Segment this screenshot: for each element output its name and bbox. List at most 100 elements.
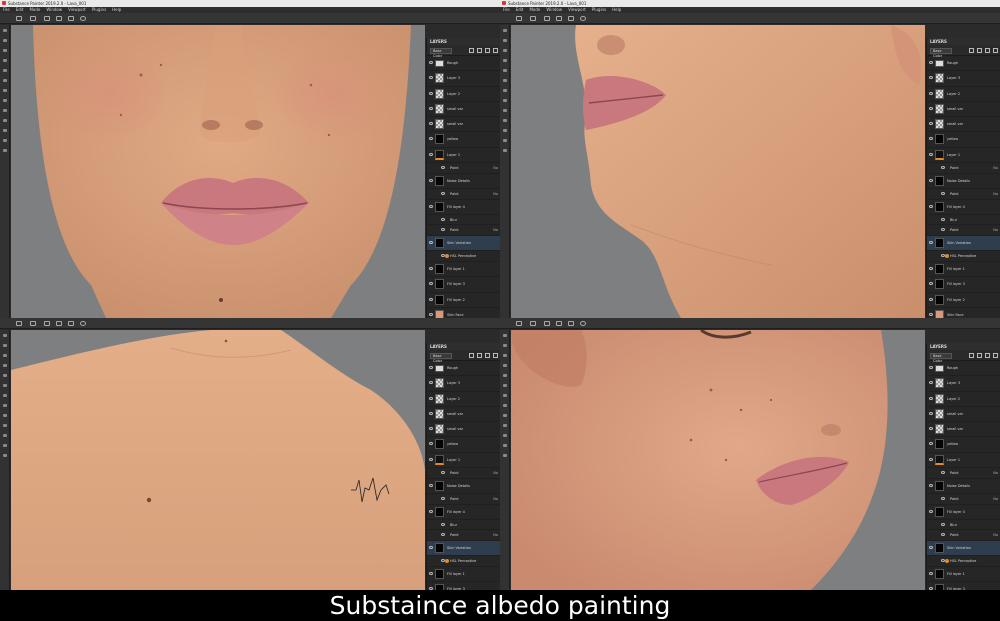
visibility-eye-icon[interactable]	[929, 106, 933, 110]
display-icon[interactable]	[503, 434, 507, 437]
channel-select[interactable]: Base Color	[930, 48, 952, 58]
settings-icon[interactable]	[580, 16, 586, 21]
visibility-eye-icon[interactable]	[429, 571, 433, 575]
layer-row[interactable]: yellow	[427, 132, 500, 148]
layer-effect-row[interactable]: HSL Perceptive	[927, 556, 1000, 567]
bake-icon[interactable]	[503, 89, 507, 92]
visibility-eye-icon[interactable]	[941, 166, 945, 170]
menu-mode[interactable]: Mode	[29, 7, 40, 12]
clone-icon[interactable]	[503, 69, 507, 72]
visibility-eye-icon[interactable]	[429, 509, 433, 513]
visibility-eye-icon[interactable]	[429, 546, 433, 550]
menu-plugins[interactable]: Plugins	[92, 7, 106, 12]
layer-row[interactable]: Layer 2	[927, 87, 1000, 102]
layer-row[interactable]: Skin Variation	[927, 236, 1000, 252]
3d-viewport[interactable]	[11, 330, 425, 590]
visibility-eye-icon[interactable]	[429, 152, 433, 156]
settings-icon[interactable]	[3, 454, 7, 457]
shelf-icon[interactable]	[3, 424, 7, 427]
visibility-eye-icon[interactable]	[441, 191, 445, 195]
menu-window[interactable]: Window	[46, 7, 62, 12]
layer-row[interactable]: small var	[427, 102, 500, 118]
grid-icon[interactable]	[16, 321, 22, 326]
polyfill-icon[interactable]	[503, 404, 507, 407]
brush-icon[interactable]	[3, 334, 7, 337]
layer-effect-row[interactable]: Paint No	[927, 163, 1000, 174]
settings-icon[interactable]	[503, 149, 507, 152]
layer-row[interactable]: small var	[427, 117, 500, 133]
visibility-eye-icon[interactable]	[429, 457, 433, 461]
visibility-eye-icon[interactable]	[929, 483, 933, 487]
visibility-eye-icon[interactable]	[429, 297, 433, 301]
display-icon[interactable]	[3, 129, 7, 132]
layer-row[interactable]: Layer 3	[427, 71, 500, 87]
visibility-eye-icon[interactable]	[929, 312, 933, 316]
export-icon[interactable]	[3, 444, 7, 447]
visibility-eye-icon[interactable]	[929, 457, 933, 461]
shelf-icon[interactable]	[503, 424, 507, 427]
visibility-eye-icon[interactable]	[929, 137, 933, 141]
layer-effect-row[interactable]: HSL Perceptive	[427, 251, 500, 262]
layer-row[interactable]: Fill layer 4	[927, 200, 1000, 215]
visibility-eye-icon[interactable]	[929, 411, 933, 415]
visibility-eye-icon[interactable]	[441, 217, 445, 221]
visibility-eye-icon[interactable]	[929, 546, 933, 550]
polyfill-icon[interactable]	[3, 404, 7, 407]
visibility-eye-icon[interactable]	[941, 471, 945, 475]
menu-edit[interactable]: Edit	[516, 7, 524, 12]
delete-icon[interactable]	[993, 48, 998, 53]
visibility-eye-icon[interactable]	[429, 366, 433, 369]
picker-icon[interactable]	[3, 384, 7, 387]
layer-row[interactable]: Fill layer 2	[427, 293, 500, 308]
export-icon[interactable]	[503, 139, 507, 142]
layer-effect-row[interactable]: Paint No	[427, 530, 500, 542]
layer-row[interactable]: Layer 1	[927, 148, 1000, 164]
layer-row[interactable]: Fill layer 3	[427, 277, 500, 293]
camera-icon[interactable]	[56, 16, 62, 21]
layer-row[interactable]: Rough	[427, 56, 500, 72]
clone-icon[interactable]	[3, 374, 7, 377]
layer-effect-row[interactable]: Blur	[927, 520, 1000, 531]
export-icon[interactable]	[503, 444, 507, 447]
visibility-eye-icon[interactable]	[929, 178, 933, 182]
brush-icon[interactable]	[3, 29, 7, 32]
brush-icon[interactable]	[503, 29, 507, 32]
visibility-eye-icon[interactable]	[929, 442, 933, 446]
visibility-eye-icon[interactable]	[941, 522, 945, 526]
bake-icon[interactable]	[3, 89, 7, 92]
layer-row[interactable]: Fill layer 1	[427, 567, 500, 583]
visibility-eye-icon[interactable]	[429, 427, 433, 431]
layer-row[interactable]: Layer 1	[427, 453, 500, 469]
layer-row[interactable]: Fill layer 2	[927, 293, 1000, 308]
camera-icon[interactable]	[56, 321, 62, 326]
polyfill-icon[interactable]	[503, 99, 507, 102]
settings-icon[interactable]	[580, 321, 586, 326]
layer-row[interactable]: Rough	[427, 361, 500, 377]
symmetry-icon[interactable]	[44, 16, 50, 21]
projection-icon[interactable]	[503, 49, 507, 52]
layer-row[interactable]: Skin Variation	[427, 541, 500, 557]
clone-icon[interactable]	[3, 69, 7, 72]
layer-effect-row[interactable]: Blur	[927, 215, 1000, 226]
list-icon[interactable]	[530, 16, 536, 21]
add-fill-icon[interactable]	[485, 353, 490, 358]
layer-row[interactable]: small var	[427, 407, 500, 423]
add-fill-icon[interactable]	[985, 353, 990, 358]
grid-icon[interactable]	[516, 16, 522, 21]
visibility-eye-icon[interactable]	[429, 411, 433, 415]
picker-icon[interactable]	[503, 384, 507, 387]
layer-effect-row[interactable]: Blur	[427, 215, 500, 226]
list-icon[interactable]	[530, 321, 536, 326]
visibility-eye-icon[interactable]	[929, 76, 933, 80]
layer-row[interactable]: Rough	[927, 56, 1000, 72]
add-mask-icon[interactable]	[977, 48, 982, 53]
layer-effect-row[interactable]: Paint No	[427, 494, 500, 505]
layer-row[interactable]: Layer 3	[927, 71, 1000, 87]
layer-effect-row[interactable]: Blur	[427, 520, 500, 531]
smudge-icon[interactable]	[3, 364, 7, 367]
3d-viewport[interactable]	[511, 25, 925, 318]
visibility-eye-icon[interactable]	[429, 266, 433, 270]
layer-row[interactable]: Skin Face	[927, 308, 1000, 318]
layer-row[interactable]: Layer 1	[927, 453, 1000, 469]
export-icon[interactable]	[3, 139, 7, 142]
